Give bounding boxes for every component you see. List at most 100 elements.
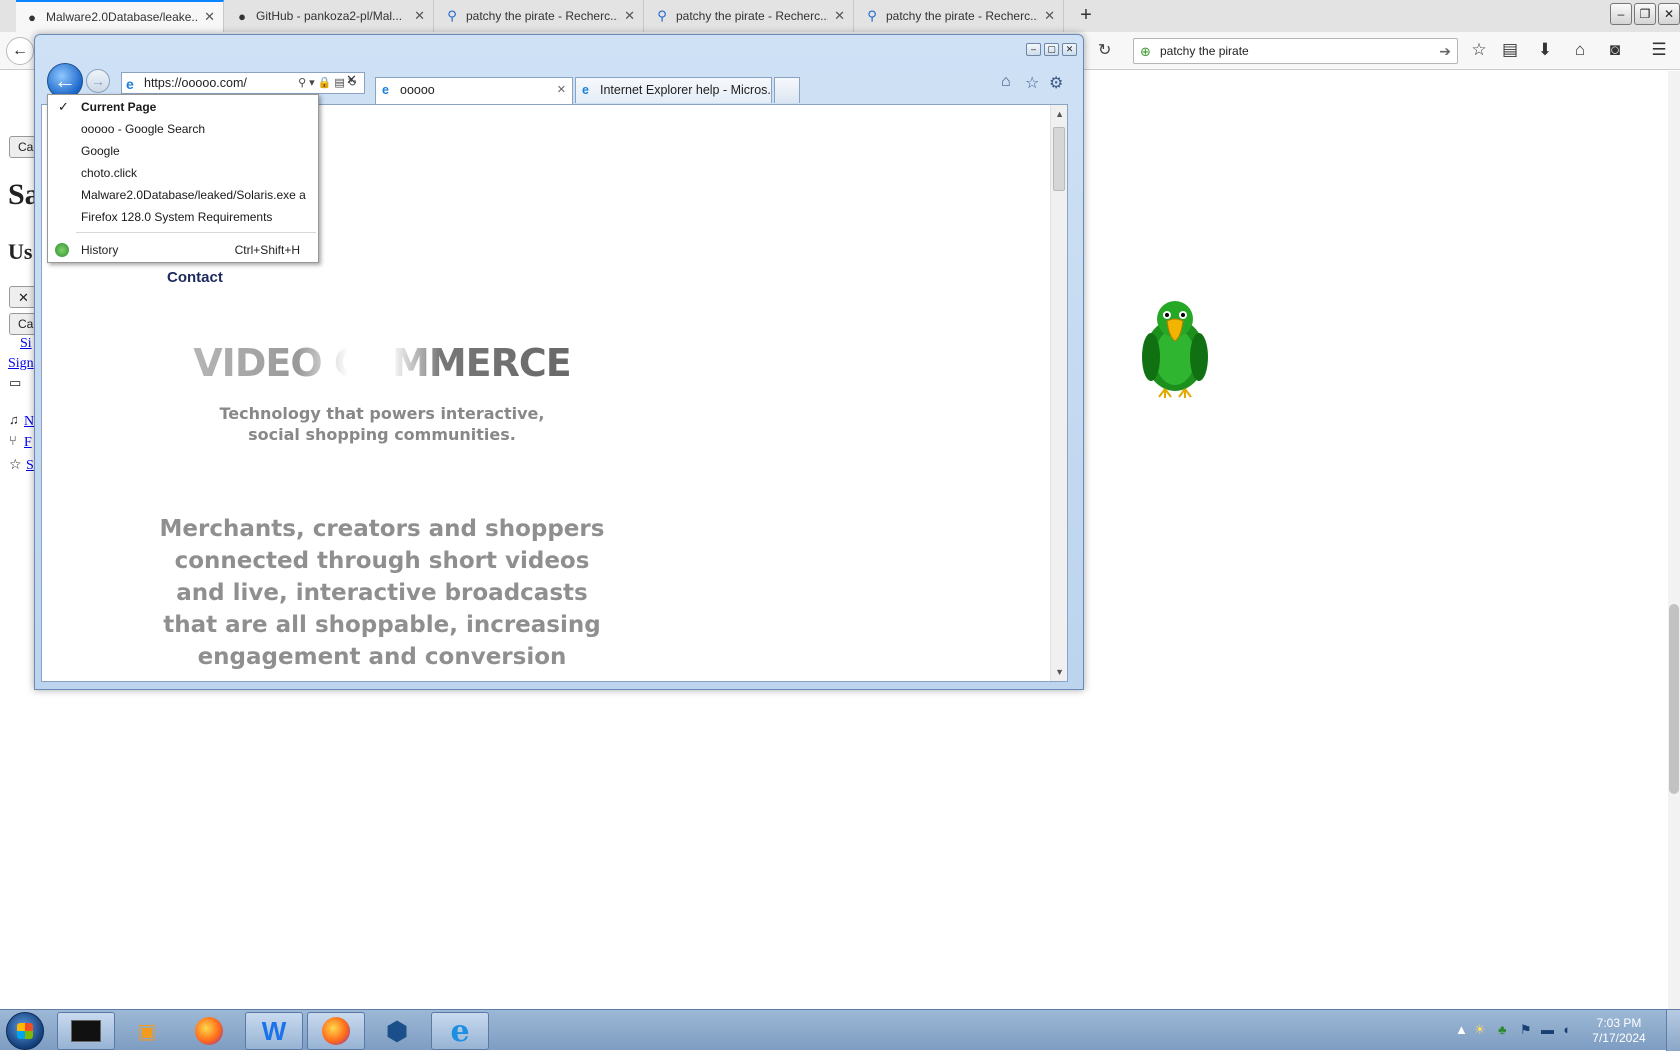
scroll-up-icon[interactable]: ▲ (1055, 109, 1064, 119)
firefox-tab[interactable]: ● GitHub - pankoza2-pl/Mal... ✕ (226, 0, 434, 32)
tray-app-icon[interactable]: ☀ (1474, 1022, 1486, 1038)
stop-icon[interactable]: ✕ (346, 72, 357, 88)
close-tab-icon[interactable]: ✕ (414, 8, 425, 24)
ie-page-icon: e (582, 83, 589, 97)
ie-page-icon: e (126, 76, 134, 92)
tray-app-icon[interactable]: ♣ (1498, 1022, 1507, 1037)
minimize-icon[interactable]: – (1026, 43, 1041, 56)
pocket-icon[interactable]: ◙ (1604, 40, 1626, 60)
firefox-tab[interactable]: ⚲ patchy the pirate - Recherc... ✕ (646, 0, 854, 32)
page-link[interactable]: Si (20, 336, 32, 352)
monitor-icon: ▭ (9, 375, 22, 390)
github-icon: ● (238, 8, 246, 24)
new-tab-button[interactable]: + (1074, 4, 1098, 28)
shortcut-label: Ctrl+Shift+H (234, 243, 300, 257)
search-go-icon[interactable]: ➔ (1439, 39, 1451, 63)
volume-icon[interactable]: ◖ (1562, 1022, 1570, 1037)
star-icon: ☆ (9, 456, 22, 472)
menu-item[interactable]: choto.click (48, 162, 318, 184)
menu-item[interactable]: Firefox 128.0 System Requirements (48, 206, 318, 228)
contact-link[interactable]: Contact (167, 269, 223, 286)
checkmark-icon: ✓ (58, 99, 69, 114)
download-icon[interactable]: ⬇ (1534, 40, 1556, 60)
internet-explorer-icon[interactable]: e (431, 1012, 489, 1050)
menu-item[interactable]: Malware2.0Database/leaked/Solaris.exe a (48, 184, 318, 206)
menu-item-label: Malware2.0Database/leaked/Solaris.exe a (81, 188, 306, 202)
virtualbox-icon[interactable]: ⬢ (368, 1012, 426, 1050)
start-button[interactable] (6, 1012, 44, 1050)
menu-item-history[interactable]: History Ctrl+Shift+H (48, 239, 318, 261)
page-scrollbar[interactable] (1668, 71, 1680, 1009)
menu-item[interactable]: Google (48, 140, 318, 162)
ie-page-icon: e (382, 83, 389, 97)
search-icon: ⚲ (867, 8, 877, 23)
restore-icon[interactable]: ❐ (1634, 3, 1656, 25)
fork-icon: ⑂ (9, 433, 17, 448)
page-link[interactable]: S (26, 458, 34, 474)
minimize-icon[interactable]: – (1610, 3, 1632, 25)
system-tray: ▲ ☀ ♣ ⚑ ▬ ◖ 7:03 PM 7/17/2024 (1450, 1010, 1680, 1051)
close-tab-icon[interactable]: ✕ (1044, 8, 1055, 24)
firefox-tab[interactable]: ⚲ patchy the pirate - Recherc... ✕ (436, 0, 644, 32)
clock[interactable]: 7:03 PM 7/17/2024 (1584, 1016, 1654, 1046)
history-icon (55, 243, 69, 257)
gear-icon[interactable]: ⚙ (1049, 73, 1063, 93)
reading-list-icon[interactable]: ▤ (1499, 40, 1521, 60)
search-icon: ⚲ (447, 8, 457, 23)
search-icon[interactable]: ⚲ (298, 77, 309, 89)
ie-scrollbar[interactable]: ▲ ▼ (1050, 105, 1067, 681)
close-tab-icon[interactable]: ✕ (557, 78, 566, 102)
ie-tab[interactable]: e ooooo ✕ (375, 77, 573, 104)
menu-item-label: History (81, 243, 119, 257)
github-icon: ● (28, 9, 36, 25)
favorites-star-icon[interactable]: ☆ (1025, 73, 1039, 93)
page-link[interactable]: N (24, 414, 34, 430)
forward-button[interactable]: → (86, 69, 110, 93)
action-center-icon[interactable]: ⚑ (1520, 1022, 1532, 1038)
media-player-icon[interactable]: ▣ (118, 1012, 176, 1050)
close-icon[interactable]: ✕ (1062, 43, 1077, 56)
scroll-down-icon[interactable]: ▼ (1055, 667, 1064, 677)
page-link[interactable]: F (24, 435, 32, 451)
menu-icon[interactable]: ☰ (1648, 40, 1670, 60)
home-icon[interactable]: ⌂ (1001, 73, 1011, 91)
close-icon[interactable]: ✕ (1658, 3, 1680, 25)
page-scrollbar-thumb[interactable] (1669, 604, 1679, 794)
search-input[interactable]: ⊕ patchy the pirate ➔ (1133, 38, 1458, 64)
firefox-tab[interactable]: ⚲ patchy the pirate - Recherc... ✕ (856, 0, 1064, 32)
new-tab-button[interactable] (774, 77, 800, 103)
address-value: https://ooooo.com/ (144, 76, 247, 90)
tab-label: Malware2.0Database/leake... (46, 10, 199, 24)
cmd-icon[interactable] (57, 1012, 115, 1050)
page-link[interactable]: Sign (8, 356, 34, 372)
show-hidden-icons-icon[interactable]: ▲ (1455, 1022, 1468, 1037)
menu-item[interactable]: ooooo - Google Search (48, 118, 318, 140)
tab-label: Internet Explorer help - Micros... (600, 83, 772, 97)
firefox-icon[interactable] (307, 1012, 365, 1050)
menu-item-current-page[interactable]: ✓ Current Page (48, 96, 318, 118)
network-icon[interactable]: ▬ (1541, 1022, 1554, 1037)
reload-icon[interactable]: ↻ (1098, 40, 1111, 60)
close-tab-icon[interactable]: ✕ (834, 8, 845, 24)
ie-tab[interactable]: e Internet Explorer help - Micros... (575, 77, 772, 103)
dropdown-icon[interactable]: ▾ (309, 77, 318, 89)
firefox-icon[interactable] (180, 1012, 238, 1050)
address-bar[interactable]: e https://ooooo.com/ ⚲▾🔒▤↻ (121, 72, 365, 94)
bookmark-star-icon[interactable]: ☆ (1468, 40, 1490, 60)
bell-icon: ♫ (9, 412, 19, 427)
back-button[interactable]: ← (6, 37, 34, 65)
close-tab-icon[interactable]: ✕ (204, 9, 215, 25)
close-tab-icon[interactable]: ✕ (624, 8, 635, 24)
search-input-value: patchy the pirate (1160, 44, 1249, 58)
ie-scrollbar-thumb[interactable] (1053, 127, 1065, 191)
wordpad-icon[interactable]: W (245, 1012, 303, 1050)
tab-label: patchy the pirate - Recherc... (466, 9, 619, 23)
search-engine-icon: ⊕ (1140, 44, 1151, 59)
menu-item-label: ooooo - Google Search (81, 122, 206, 136)
home-icon[interactable]: ⌂ (1569, 40, 1591, 60)
parrot-icon[interactable] (1137, 297, 1213, 401)
maximize-icon[interactable]: ▢ (1044, 43, 1059, 56)
show-desktop-button[interactable] (1666, 1010, 1680, 1051)
firefox-tab[interactable]: ● Malware2.0Database/leake... ✕ (16, 0, 224, 32)
lock-icon[interactable]: 🔒 (318, 77, 335, 89)
